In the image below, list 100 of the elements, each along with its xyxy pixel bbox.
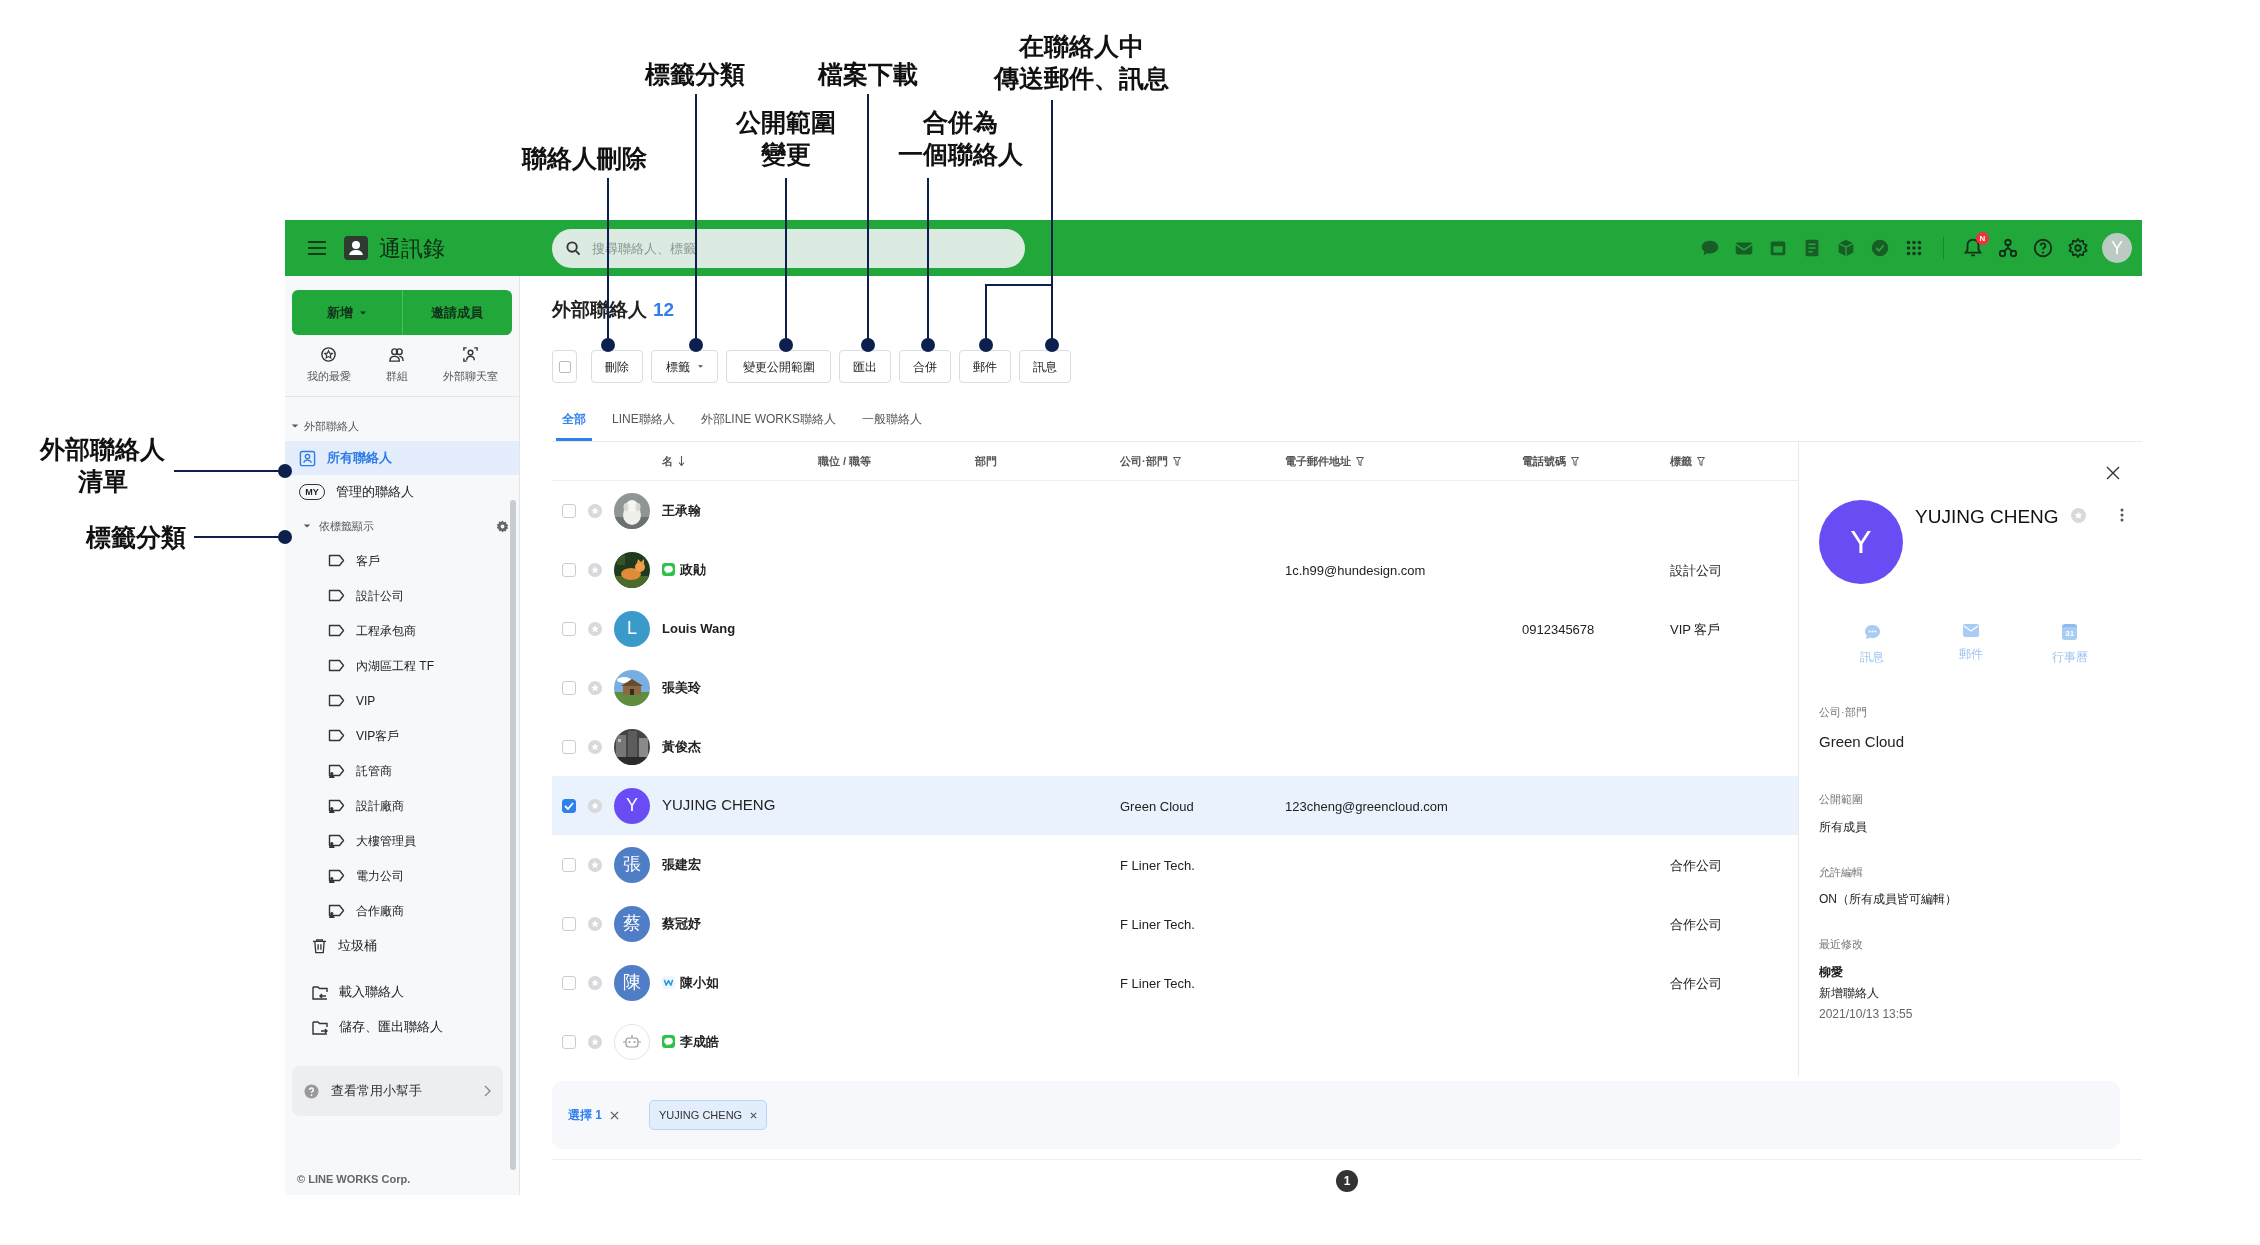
contact-name: 張美玲 — [662, 678, 701, 697]
table-cell: VIP 客戶 — [1670, 621, 1721, 637]
row-checkbox[interactable] — [562, 680, 576, 695]
tag-item[interactable]: 設計公司 — [285, 578, 519, 613]
field-value: ON（所有成員皆可編輯） — [1819, 891, 1958, 908]
contact-card-icon — [299, 449, 316, 467]
org-chart-icon[interactable] — [1997, 237, 2019, 259]
page-button[interactable]: 1 — [1336, 1170, 1358, 1192]
table-cell: 設計公司 — [1670, 562, 1722, 578]
column-header[interactable]: 電子郵件地址 — [1285, 452, 1364, 470]
sidebar-action[interactable]: 儲存、匯出聯絡人 — [285, 1009, 519, 1044]
tab[interactable]: 外部LINE WORKS聯絡人 — [694, 400, 843, 441]
tag-item[interactable]: VIP — [285, 683, 519, 718]
shortcut-button[interactable]: 外部聊天室 — [442, 346, 498, 385]
tag-item[interactable]: 工程承包商 — [285, 613, 519, 648]
trash-icon — [312, 937, 327, 954]
select-all-checkbox[interactable] — [558, 360, 571, 373]
tag-item[interactable]: 合作廠商 — [285, 893, 519, 928]
tag-icon — [328, 658, 345, 673]
toolbar-button[interactable]: 刪除 — [591, 350, 643, 383]
toolbar-button[interactable]: 合併 — [899, 350, 951, 383]
settings-icon[interactable] — [2067, 237, 2089, 259]
selection-count: 選擇 1 — [568, 1107, 602, 1124]
folder-export-icon — [312, 1018, 328, 1035]
tag-item[interactable]: 設計廠商 — [285, 788, 519, 823]
check-circle-icon[interactable] — [1869, 237, 1891, 259]
mail-icon — [1963, 624, 1979, 637]
table-cell: F Liner Tech. — [1120, 857, 1195, 873]
tag-item[interactable]: 託管商 — [285, 753, 519, 788]
select-all-button[interactable] — [552, 350, 577, 383]
toolbar-button[interactable]: 匯出 — [839, 350, 891, 383]
caret-icon[interactable] — [303, 522, 311, 530]
selected-chip[interactable]: YUJING CHENG — [649, 1100, 768, 1130]
column-header[interactable]: 電話號碼 — [1522, 452, 1579, 470]
toolbar-button[interactable]: 標籤 — [651, 350, 718, 383]
table-cell: 0912345678 — [1522, 621, 1595, 637]
table-cell: 合作公司 — [1670, 975, 1722, 991]
annotation-label: 在聯絡人中 — [1019, 31, 1144, 62]
menu-icon[interactable] — [307, 240, 327, 256]
contact-name: Louis Wang — [662, 619, 736, 638]
close-icon[interactable] — [2106, 466, 2120, 480]
column-header[interactable]: 名 — [662, 452, 685, 470]
tag-icon — [328, 728, 345, 743]
row-checkbox[interactable] — [562, 975, 576, 990]
sidebar-action[interactable]: 載入聯絡人 — [285, 974, 519, 1009]
calendar-icon: 31 — [2062, 624, 2078, 640]
caret-icon[interactable] — [291, 422, 299, 430]
row-checkbox[interactable] — [562, 621, 576, 636]
star-circle-icon — [320, 346, 337, 364]
annotation-label: 傳送郵件、訊息 — [994, 63, 1169, 94]
more-icon[interactable] — [2120, 508, 2124, 522]
tag-item[interactable]: 大樓管理員 — [285, 823, 519, 858]
column-header[interactable]: 職位 / 職等 — [818, 452, 872, 470]
works-app-icon — [662, 976, 675, 989]
toolbar-button[interactable]: 訊息 — [1019, 350, 1071, 383]
shared-tag-icon — [328, 763, 345, 778]
tab[interactable]: 全部 — [556, 400, 592, 441]
tab[interactable]: 一般聯絡人 — [856, 400, 929, 441]
contact-name: YUJING CHENG — [662, 795, 776, 816]
tag-icon — [328, 588, 345, 603]
row-checkbox[interactable] — [562, 739, 576, 754]
sidebar-item[interactable]: 所有聯絡人 — [285, 441, 519, 475]
contact-name: 李成皓 — [680, 1032, 719, 1051]
column-header[interactable]: 公司·部門 — [1120, 452, 1181, 470]
annotation-label: 外部聯絡人 — [40, 434, 165, 465]
row-checkbox[interactable] — [562, 798, 576, 813]
row-checkbox[interactable] — [562, 503, 576, 518]
trash-item[interactable]: 垃圾桶 — [285, 928, 519, 963]
clear-selection-icon[interactable] — [610, 1110, 619, 1120]
contact-name: 王承翰 — [662, 501, 701, 520]
column-header[interactable]: 標籤 — [1670, 452, 1705, 470]
line-app-icon — [662, 563, 675, 576]
tab[interactable]: LINE聯絡人 — [606, 400, 681, 441]
tag-item[interactable]: VIP客戶 — [285, 718, 519, 753]
remove-icon[interactable] — [750, 1111, 758, 1119]
row-checkbox[interactable] — [562, 562, 576, 577]
tag-item[interactable]: 內湖區工程 TF — [285, 648, 519, 683]
toolbar-button[interactable]: 郵件 — [959, 350, 1011, 383]
settings-icon[interactable] — [496, 519, 509, 533]
group-label: 依標籤顯示 — [319, 518, 375, 534]
row-checkbox[interactable] — [562, 857, 576, 872]
row-checkbox[interactable] — [562, 1034, 576, 1049]
tag-item[interactable]: 電力公司 — [285, 858, 519, 893]
table-cell: F Liner Tech. — [1120, 975, 1195, 991]
shortcut-button[interactable]: 我的最愛 — [306, 346, 351, 385]
helper-button[interactable]: 查看常用小幫手 — [292, 1066, 503, 1116]
row-checkbox[interactable] — [562, 916, 576, 931]
person-frame-icon — [461, 346, 479, 364]
help-icon[interactable] — [2032, 237, 2054, 259]
tag-item[interactable]: 客戶 — [285, 543, 519, 578]
column-header[interactable]: 部門 — [975, 452, 997, 470]
contact-name: YUJING CHENG — [1915, 505, 2059, 529]
invite-button[interactable]: 邀請成員 — [401, 290, 512, 335]
folder-import-icon — [312, 983, 328, 1000]
shortcut-button[interactable]: 群組 — [385, 346, 408, 385]
new-button[interactable]: 新增 — [292, 290, 402, 335]
bell-icon[interactable] — [1962, 237, 1984, 259]
scrollbar-thumb[interactable] — [510, 500, 516, 1170]
toolbar-button[interactable]: 變更公開範圍 — [726, 350, 831, 383]
annotation-label: 標籤分類 — [645, 59, 745, 90]
